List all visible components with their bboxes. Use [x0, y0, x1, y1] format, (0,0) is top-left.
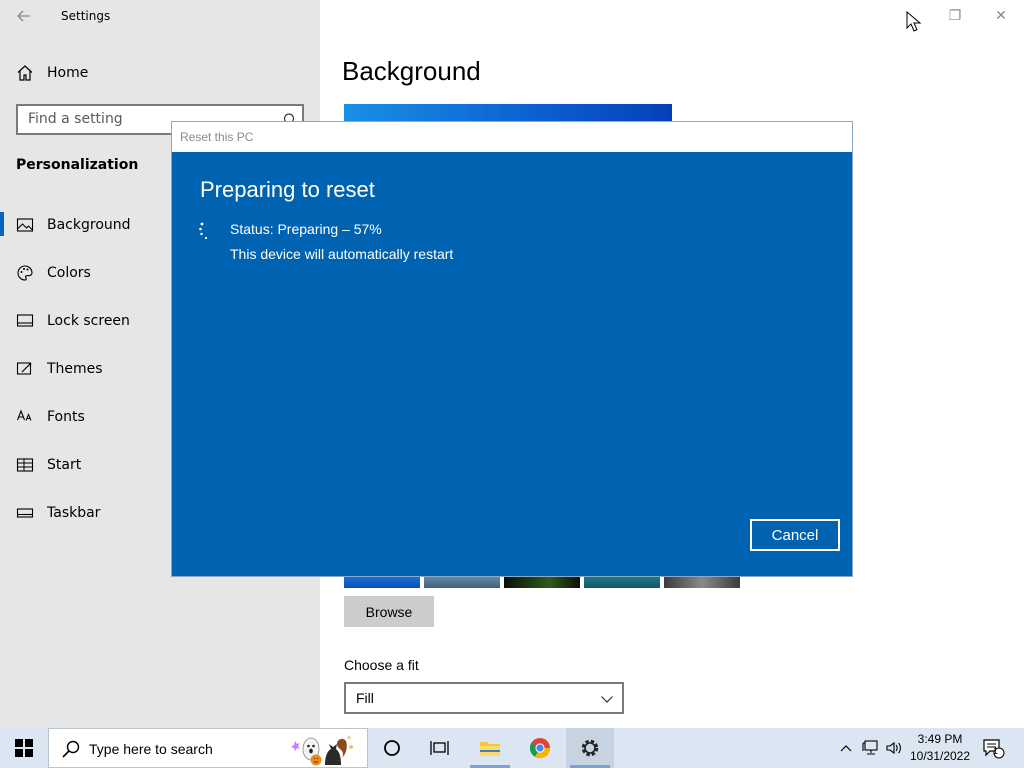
search-icon: [62, 740, 80, 758]
mouse-cursor-icon: [906, 11, 922, 32]
chrome-icon: [529, 738, 551, 759]
task-view-icon: [430, 741, 449, 755]
picture-icon: [16, 216, 34, 234]
clock-date: 10/31/2022: [909, 749, 971, 763]
close-icon: ✕: [995, 8, 1007, 24]
active-indicator: [0, 212, 4, 236]
cortana-icon: [384, 740, 400, 756]
recent-image-thumb[interactable]: [424, 576, 500, 588]
clock-time: 3:49 PM: [917, 732, 963, 746]
chrome-button[interactable]: [516, 728, 564, 768]
file-explorer-icon: [480, 742, 500, 756]
close-button[interactable]: ✕: [978, 0, 1024, 32]
network-icon: [862, 740, 878, 755]
taskbar-search-placeholder: Type here to search: [89, 741, 213, 757]
back-arrow-icon: [17, 10, 30, 22]
settings-taskbar-button[interactable]: [566, 728, 614, 768]
nav-home[interactable]: Home: [16, 61, 88, 85]
section-title: Personalization: [16, 157, 139, 173]
cortana-button[interactable]: [368, 728, 416, 768]
volume-button[interactable]: [884, 728, 904, 768]
file-explorer-button[interactable]: [466, 728, 514, 768]
page-title: Background: [342, 56, 481, 86]
lock-screen-icon: [16, 312, 34, 330]
fonts-icon: [16, 408, 34, 426]
recent-image-thumb[interactable]: [664, 576, 740, 588]
palette-icon: [16, 264, 34, 282]
sidebar-item-label: Start: [47, 457, 82, 473]
sidebar-item-themes[interactable]: Themes: [16, 357, 103, 381]
settings-search-placeholder: Find a setting: [28, 111, 123, 127]
dialog-window-title: Reset this PC: [180, 130, 254, 144]
sidebar-item-label: Fonts: [47, 409, 85, 425]
home-icon: [16, 64, 34, 82]
fit-dropdown-value: Fill: [356, 690, 374, 706]
reset-dialog: Reset this PC Preparing to reset Status:…: [171, 121, 853, 577]
windows-logo-icon: [15, 739, 33, 757]
search-highlight-illustration-icon: [291, 735, 353, 766]
restore-icon: ❐: [948, 8, 962, 24]
sidebar-item-label: Background: [47, 217, 131, 233]
sidebar-item-label: Taskbar: [47, 505, 101, 521]
sidebar-item-label: Themes: [47, 361, 103, 377]
show-hidden-icons-button[interactable]: [836, 728, 856, 768]
reset-status: Status: Preparing – 57%: [230, 221, 382, 237]
sidebar-item-background[interactable]: Background: [16, 213, 131, 237]
choose-fit-label: Choose a fit: [344, 657, 419, 673]
window-title: Settings: [61, 9, 111, 23]
recent-images: [344, 576, 740, 588]
sidebar-item-label: Lock screen: [47, 313, 130, 329]
sidebar-item-fonts[interactable]: Fonts: [16, 405, 85, 429]
sidebar-item-colors[interactable]: Colors: [16, 261, 91, 285]
recent-image-thumb[interactable]: [344, 576, 420, 588]
dialog-titlebar: Reset this PC: [172, 122, 852, 152]
back-button[interactable]: [10, 4, 38, 28]
browse-button[interactable]: Browse: [344, 596, 434, 627]
taskbar-icon: [16, 504, 34, 522]
settings-icon: [581, 739, 599, 757]
start-icon: [16, 456, 34, 474]
taskbar: Type here to search 3:49 PM 10/31/2022 1: [0, 728, 1024, 768]
sidebar-item-label: Colors: [47, 265, 91, 281]
volume-icon: [886, 741, 901, 755]
chevron-up-icon: [840, 745, 852, 752]
recent-image-thumb[interactable]: [584, 576, 660, 588]
network-button[interactable]: [860, 728, 882, 768]
taskbar-clock[interactable]: 3:49 PM 10/31/2022: [906, 731, 974, 765]
notification-count: 1: [993, 746, 999, 756]
dialog-heading: Preparing to reset: [200, 177, 375, 202]
chevron-down-icon: [601, 696, 613, 703]
action-center-button[interactable]: 1: [978, 728, 1008, 768]
fit-dropdown[interactable]: Fill: [344, 682, 624, 714]
nav-home-label: Home: [47, 65, 89, 81]
task-view-button[interactable]: [416, 728, 464, 768]
sidebar-item-start[interactable]: Start: [16, 453, 81, 477]
start-button[interactable]: [0, 728, 48, 768]
restore-button[interactable]: ❐: [932, 0, 978, 32]
sidebar-item-taskbar[interactable]: Taskbar: [16, 501, 100, 525]
restart-note: This device will automatically restart: [230, 246, 454, 262]
themes-icon: [16, 360, 34, 378]
progress-spinner-icon: [199, 222, 208, 240]
recent-image-thumb[interactable]: [504, 576, 580, 588]
sidebar-item-lock-screen[interactable]: Lock screen: [16, 309, 130, 333]
cancel-button[interactable]: Cancel: [750, 519, 840, 551]
taskbar-search-input[interactable]: Type here to search: [48, 728, 368, 768]
